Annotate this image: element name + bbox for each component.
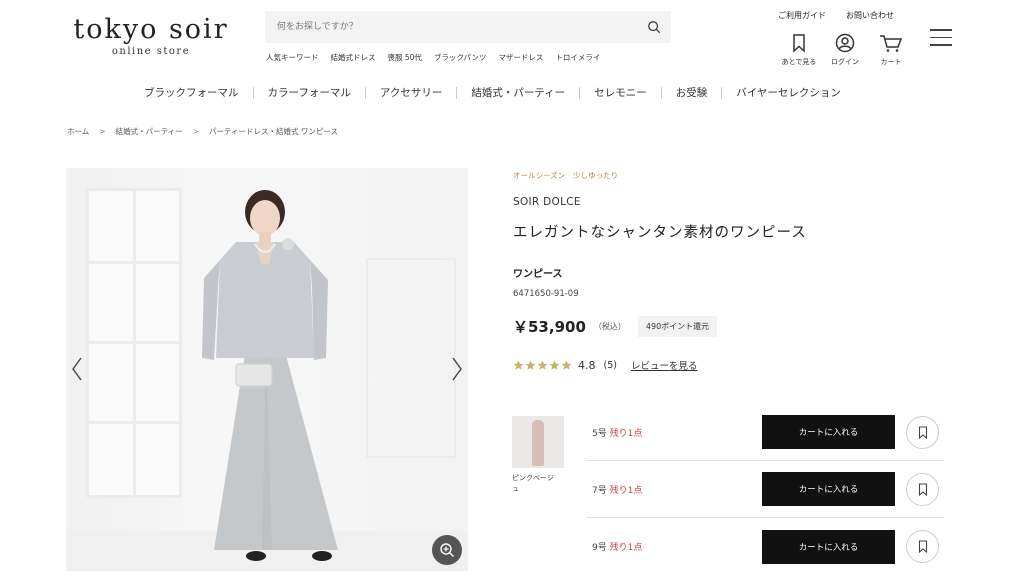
star-icon — [525, 360, 536, 370]
breadcrumb-category[interactable]: 結婚式・パーティー — [116, 126, 183, 137]
brand-name[interactable]: SOIR DOLCE — [513, 196, 581, 208]
search-icon[interactable] — [647, 20, 661, 34]
keyword-link[interactable]: 結婚式ドレス — [331, 52, 376, 63]
guide-link[interactable]: ご利用ガイド — [778, 10, 826, 21]
logo-main-text: tokyo soir — [73, 14, 229, 45]
add-to-cart-button[interactable]: カートに入れる — [762, 472, 895, 506]
star-icon — [513, 360, 524, 370]
category-nav: ブラックフォーマル カラーフォーマル アクセサリー 結婚式・パーティー セレモニ… — [130, 85, 855, 100]
header-icons: あとで見る ログイン カート — [776, 33, 914, 67]
nav-item-color-formal[interactable]: カラーフォーマル — [254, 85, 365, 100]
logo-sub-text: online store — [111, 46, 191, 57]
watch-later-label: あとで見る — [781, 58, 817, 66]
rating-row: 4.8 (5) レビューを見る — [513, 358, 697, 372]
color-swatch[interactable]: ピンクベージュ — [512, 416, 564, 495]
nav-item-accessory[interactable]: アクセサリー — [366, 85, 456, 100]
watch-later-button[interactable]: あとで見る — [776, 33, 822, 67]
keyword-link[interactable]: 喪服 50代 — [388, 52, 422, 63]
size-name: 7号 — [592, 485, 607, 496]
keyword-link[interactable]: ブラックパンツ — [434, 52, 487, 63]
search-input[interactable] — [265, 11, 625, 43]
breadcrumb-separator: > — [99, 127, 106, 136]
site-logo[interactable]: tokyo soir online store — [66, 14, 236, 57]
gallery-next-icon[interactable] — [450, 356, 464, 382]
size-row: 5号 残り1点 カートに入れる — [586, 404, 944, 461]
price-row: ￥53,900 （税込） 490ポイント還元 — [513, 316, 718, 337]
utility-links: ご利用ガイド お問い合わせ — [778, 10, 894, 21]
star-icon — [561, 360, 572, 370]
stock-status: 残り1点 — [609, 543, 643, 553]
review-link[interactable]: レビューを見る — [631, 358, 698, 372]
breadcrumb-home[interactable]: ホーム — [67, 126, 89, 137]
stock-status: 残り1点 — [609, 428, 643, 439]
product-sku: 6471650-91-09 — [513, 289, 579, 299]
zoom-in-icon — [440, 543, 454, 557]
favorite-button[interactable] — [906, 472, 939, 506]
size-name: 5号 — [592, 428, 607, 439]
swatch-thumbnail — [512, 416, 564, 468]
user-icon — [835, 33, 855, 53]
size-label: 7号 残り1点 — [586, 483, 762, 496]
nav-item-buyer-selection[interactable]: バイヤーセレクション — [722, 85, 855, 100]
bookmark-icon — [793, 34, 805, 53]
tax-label: （税込） — [593, 322, 626, 331]
breadcrumb-current[interactable]: パーティードレス・結婚式 ワンピース — [209, 126, 338, 137]
cart-label: カート — [880, 58, 902, 66]
star-icon — [537, 360, 548, 370]
favorite-button[interactable] — [906, 530, 939, 563]
breadcrumb-separator: > — [192, 127, 199, 136]
add-to-cart-button[interactable]: カートに入れる — [762, 529, 895, 564]
swatch-color-label: ピンクベージュ — [512, 474, 554, 493]
nav-item-black-formal[interactable]: ブラックフォーマル — [130, 85, 253, 100]
nav-item-ceremony[interactable]: セレモニー — [580, 85, 661, 100]
nav-item-exam[interactable]: お受験 — [662, 85, 722, 100]
cart-icon — [880, 35, 903, 52]
product-photo-model — [202, 190, 338, 561]
star-icon — [549, 360, 560, 370]
product-tags: オールシーズン 少しゆったり — [513, 170, 618, 181]
bookmark-icon — [918, 540, 927, 553]
size-name: 9号 — [592, 543, 607, 553]
gallery-prev-icon[interactable] — [70, 356, 84, 382]
keywords-label: 人気キーワード — [266, 53, 319, 62]
stock-status: 残り1点 — [609, 485, 643, 496]
size-label: 5号 残り1点 — [586, 426, 762, 439]
product-image-gallery[interactable] — [66, 168, 468, 571]
keyword-link[interactable]: トロイメライ — [555, 52, 600, 63]
login-button[interactable]: ログイン — [822, 33, 868, 67]
contact-link[interactable]: お問い合わせ — [846, 10, 894, 21]
cart-button[interactable]: カート — [868, 33, 914, 67]
search-bar — [265, 11, 671, 43]
menu-icon[interactable] — [930, 29, 952, 47]
rating-value: 4.8 — [578, 358, 596, 372]
product-category: ワンピース — [513, 269, 563, 280]
nav-item-wedding-party[interactable]: 結婚式・パーティー — [457, 85, 579, 100]
keyword-link[interactable]: マザードレス — [498, 52, 543, 63]
zoom-button[interactable] — [432, 535, 462, 565]
rating-stars — [513, 360, 572, 371]
login-label: ログイン — [831, 58, 859, 66]
tag-season: オールシーズン — [513, 171, 566, 180]
points-badge: 490ポイント還元 — [637, 316, 718, 337]
size-label: 9号 残り1点 — [586, 540, 762, 553]
size-row: 7号 残り1点 カートに入れる — [586, 461, 944, 518]
breadcrumb: ホーム > 結婚式・パーティー > パーティードレス・結婚式 ワンピース — [67, 126, 338, 137]
bookmark-icon — [918, 425, 927, 439]
add-to-cart-button[interactable]: カートに入れる — [762, 415, 895, 449]
tag-fit: 少しゆったり — [573, 171, 619, 180]
size-row: 9号 残り1点 カートに入れる — [586, 518, 944, 575]
popular-keywords: 人気キーワード 結婚式ドレス 喪服 50代 ブラックパンツ マザードレス トロイ… — [266, 52, 612, 63]
product-title: エレガントなシャンタン素材のワンピース — [513, 225, 807, 241]
review-count: (5) — [603, 359, 617, 371]
favorite-button[interactable] — [906, 415, 939, 449]
bookmark-icon — [918, 482, 927, 496]
product-price: ￥53,900 — [513, 318, 586, 336]
